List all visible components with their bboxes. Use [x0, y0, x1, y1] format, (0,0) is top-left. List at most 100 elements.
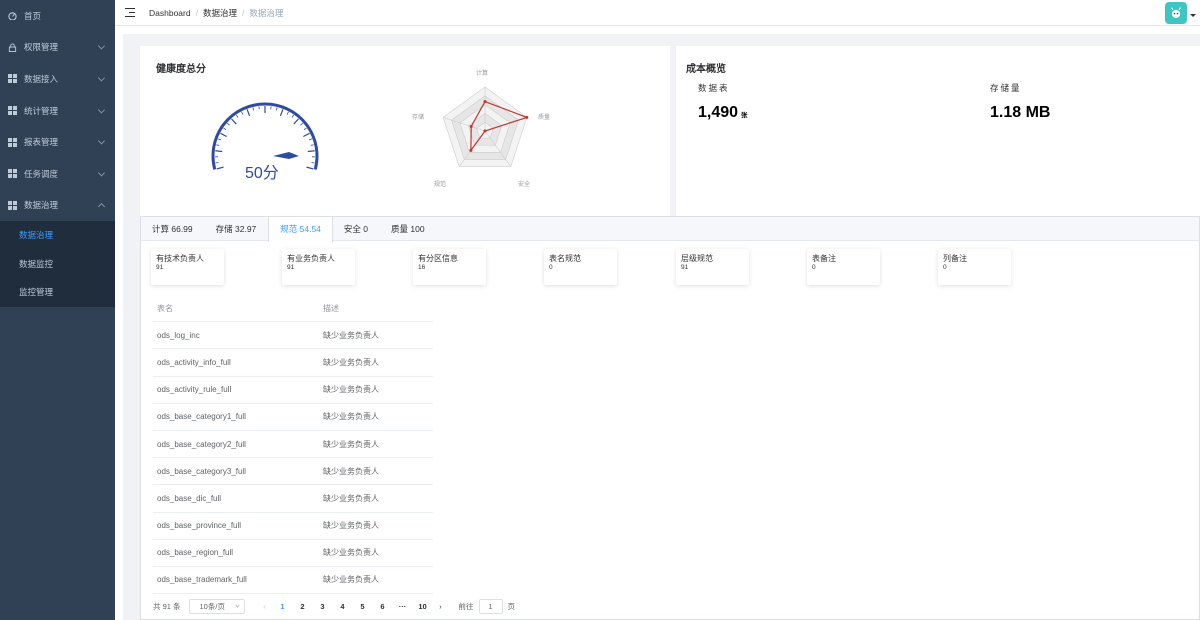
stat-name: 列备注 [943, 254, 967, 263]
tab-standard[interactable]: 规范 54.54 [268, 217, 333, 242]
table-header-desc: 描述 [323, 303, 339, 313]
page-button[interactable]: 10 [413, 602, 433, 611]
table-row[interactable]: ods_base_trademark_full 缺少业务负责人 [153, 567, 433, 595]
radar-point [469, 148, 473, 152]
page-button[interactable]: 3 [313, 602, 333, 611]
gauge-tick [303, 132, 310, 138]
radar-label-storage: 存储 [412, 115, 425, 121]
stat-card[interactable]: 层级规范 91 [676, 249, 749, 285]
more-pages-button[interactable]: ··· [393, 602, 413, 611]
breadcrumb-separator: / [195, 7, 198, 18]
sidebar-subitem-monitor-admin[interactable]: 监控管理 [0, 278, 115, 307]
table-row[interactable]: ods_log_inc 缺少业务负责人 [153, 322, 433, 350]
page-button[interactable]: 6 [373, 602, 393, 611]
table-row[interactable]: ods_base_category2_full 缺少业务负责人 [153, 431, 433, 459]
gauge-tick [216, 166, 224, 170]
tab-bar: 计算 66.99 存储 32.97 规范 54.54 安全 0 质量 100 [141, 217, 1199, 242]
grid-icon [8, 74, 17, 84]
gauge-tick [235, 114, 239, 118]
hamburger-icon[interactable] [125, 8, 135, 17]
stat-card[interactable]: 有分区信息 16 [413, 249, 486, 285]
tab-security[interactable]: 安全 0 [333, 217, 380, 240]
goto-page-input[interactable]: 1 [478, 598, 503, 614]
gauge-pointer [273, 152, 299, 159]
table-cell-name: ods_base_trademark_full [157, 575, 247, 585]
sidebar-item-reports[interactable]: 报表管理 [0, 126, 115, 158]
issues-table: 表名 描述 ods_log_inc 缺少业务负责人 ods_activity_in… [153, 295, 433, 595]
stat-name: 有业务负责人 [287, 254, 335, 263]
stat-card[interactable]: 表名规范 0 [544, 249, 617, 285]
table-row[interactable]: ods_base_category3_full 缺少业务负责人 [153, 458, 433, 486]
stat-value: 16 [418, 264, 426, 271]
tab-storage[interactable]: 存储 32.97 [205, 217, 269, 240]
chevron-down-icon [97, 74, 106, 82]
avatar[interactable] [1165, 2, 1187, 24]
table-cell-desc: 缺少业务负责人 [323, 357, 379, 367]
radar-label-compute: 计算 [476, 71, 489, 77]
page-size-select[interactable]: 10条/页 [188, 598, 245, 614]
tab-quality[interactable]: 质量 100 [380, 217, 437, 240]
page-button[interactable]: 4 [333, 602, 353, 611]
grid-icon [8, 137, 17, 147]
tab-compute[interactable]: 计算 66.99 [141, 217, 205, 240]
gauge-tick [231, 118, 237, 125]
table-row[interactable]: ods_base_province_full 缺少业务负责人 [153, 513, 433, 540]
table-row[interactable]: ods_base_category1_full 缺少业务负责人 [153, 404, 433, 431]
caret-down-icon[interactable] [1190, 14, 1196, 17]
page-button[interactable]: 5 [353, 602, 373, 611]
radar-point [469, 125, 473, 129]
next-page-button[interactable]: › [433, 602, 449, 611]
sidebar-item-scheduling[interactable]: 任务调度 [0, 158, 115, 190]
table-count-label: 数据表 [698, 83, 730, 93]
sidebar-item-statistics[interactable]: 统计管理 [0, 95, 115, 127]
table-row[interactable]: ods_base_dic_full 缺少业务负责人 [153, 485, 433, 513]
pagination: 共 91 条 10条/页 ‹ 1 2 3 4 5 6 ··· 10 › 前往 1… [153, 598, 515, 614]
grid-icon [8, 200, 17, 210]
table-cell-desc: 缺少业务负责人 [323, 521, 379, 531]
page-button[interactable]: 2 [293, 602, 313, 611]
stat-name: 有技术负责人 [156, 254, 204, 263]
breadcrumb-item[interactable]: Dashboard [149, 8, 191, 18]
lock-icon [8, 43, 17, 52]
stat-name: 有分区信息 [418, 254, 458, 263]
storage-label: 存储量 [990, 83, 1022, 93]
sidebar-subitem-monitoring[interactable]: 数据监控 [0, 250, 115, 279]
page-button[interactable]: 1 [273, 602, 293, 611]
table-row[interactable]: ods_base_region_full 缺少业务负责人 [153, 540, 433, 567]
chevron-down-icon [234, 602, 240, 608]
table-row[interactable]: ods_activity_info_full 缺少业务负责人 [153, 349, 433, 377]
sidebar-item-governance[interactable]: 数据治理 [0, 190, 115, 222]
stat-card[interactable]: 有技术负责人 91 [151, 249, 224, 285]
sidebar-item-label: 任务调度 [24, 168, 59, 179]
stat-card[interactable]: 有业务负责人 91 [282, 249, 355, 285]
stat-value: 91 [156, 264, 164, 271]
gauge-tick [217, 138, 221, 141]
breadcrumb-separator: / [241, 7, 245, 18]
table-row[interactable]: ods_activity_rule_full 缺少业务负责人 [153, 377, 433, 404]
sidebar-item-home[interactable]: 首页 [0, 0, 115, 32]
chevron-up-icon [97, 203, 106, 211]
cost-title: 成本概览 [686, 64, 726, 75]
sidebar-item-data-ingest[interactable]: 数据接入 [0, 63, 115, 95]
sidebar-item-permissions[interactable]: 权限管理 [0, 32, 115, 64]
prev-page-button[interactable]: ‹ [257, 602, 273, 611]
sidebar: 首页 权限管理 数据接入 统计管理 报表管理 任务调度 数据治理 数据治理 数据… [0, 0, 115, 620]
stat-name: 层级规范 [681, 254, 713, 263]
table-cell-desc: 缺少业务负责人 [323, 548, 379, 558]
sidebar-item-label: 数据治理 [24, 200, 59, 211]
gauge-tick [310, 144, 314, 146]
stat-card[interactable]: 表备注 0 [807, 249, 880, 285]
gauge-tick [216, 144, 220, 146]
table-count-unit: 张 [741, 112, 748, 119]
radar-point [525, 115, 529, 119]
storage-value: 1.18 MB [990, 104, 1051, 121]
stat-name: 表名规范 [549, 254, 581, 263]
radar-label-standard: 规范 [434, 182, 447, 188]
radar-point [483, 129, 487, 133]
health-card: 健康度总分 50分 计算 质量 安全 规范 存储 [140, 46, 670, 216]
table-cell-desc: 缺少业务负责人 [323, 439, 379, 449]
breadcrumb-item[interactable]: 数据治理 [203, 7, 237, 19]
sidebar-subitem-governance[interactable]: 数据治理 [0, 221, 115, 250]
stat-card[interactable]: 列备注 0 [938, 249, 1011, 285]
pagination-total: 共 91 条 [153, 601, 181, 611]
